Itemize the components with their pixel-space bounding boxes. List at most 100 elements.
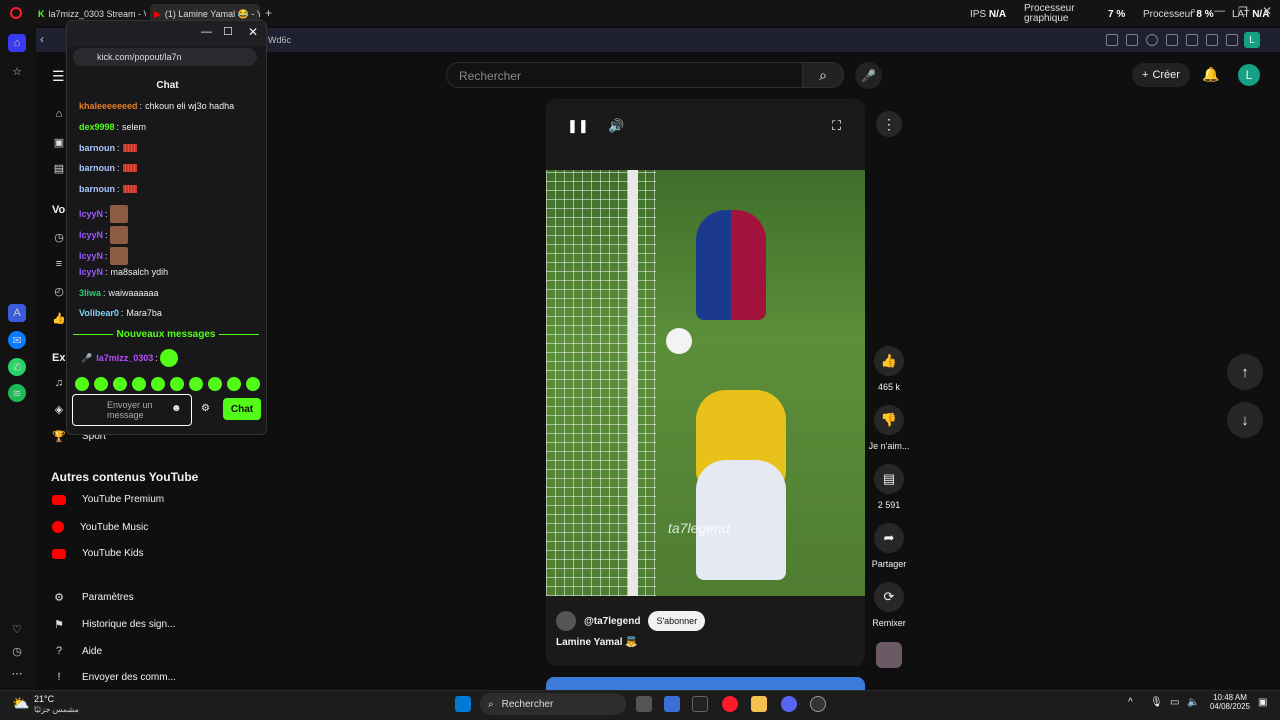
weather-icon[interactable]: ⛅ <box>12 695 29 712</box>
video-title[interactable]: Lamine Yamal 👼 <box>556 637 638 648</box>
next-short-icon[interactable]: ↓ <box>1227 402 1263 438</box>
tray-chevron-icon[interactable]: ^ <box>1128 697 1133 708</box>
opera-gx-icon[interactable] <box>810 696 826 712</box>
sidebar-playlists-icon[interactable]: ≡ <box>52 258 66 270</box>
thumbs-up-icon: 👍 <box>874 346 904 376</box>
sidebar-item-music[interactable]: YouTube Music <box>52 521 148 533</box>
task-view-icon[interactable] <box>636 696 652 712</box>
discord-icon[interactable] <box>781 696 797 712</box>
comments-button[interactable]: ▤ 2 591 <box>866 464 912 510</box>
chat-username[interactable]: lcyyN <box>79 209 103 219</box>
chat-username[interactable]: dex9998 <box>79 122 115 132</box>
history-icon[interactable]: ◷ <box>8 642 26 660</box>
heart-icon[interactable] <box>1186 34 1198 46</box>
aria-icon[interactable]: A <box>8 304 26 322</box>
channel-avatar[interactable] <box>556 611 576 631</box>
chat-username[interactable]: lcyyN <box>79 251 103 261</box>
volume-icon[interactable]: 🔊 <box>608 118 624 134</box>
download-icon[interactable] <box>1206 34 1218 46</box>
chat-settings-icon[interactable]: ⚙ <box>201 403 210 414</box>
chat-username[interactable]: lcyyN <box>79 230 103 240</box>
sidebar-item-help[interactable]: ? Aide <box>52 645 102 657</box>
popup-minimize-icon[interactable]: — <box>201 26 212 38</box>
sidebar-watch-later-icon[interactable]: ◴ <box>52 285 66 298</box>
minimize-icon[interactable]: — <box>1214 5 1225 17</box>
heart-sidebar-icon[interactable]: ♡ <box>8 620 26 638</box>
mic-tray-icon[interactable]: 🎙 <box>1150 697 1163 708</box>
taskbar-search[interactable]: ⌕ Rechercher <box>480 693 626 715</box>
notification-center-icon[interactable]: ▣ <box>1258 697 1267 708</box>
network-icon[interactable]: ▭ <box>1170 697 1179 708</box>
goal-net <box>546 170 656 596</box>
camera-icon[interactable] <box>1126 34 1138 46</box>
file-explorer-icon[interactable] <box>751 696 767 712</box>
sidebar-item-premium[interactable]: YouTube Premium <box>52 494 164 505</box>
chat-username[interactable]: barnoun <box>79 184 115 194</box>
vpn-icon[interactable] <box>1146 34 1158 46</box>
play-icon[interactable] <box>1166 34 1178 46</box>
emote-bar[interactable] <box>75 377 260 391</box>
store-icon[interactable] <box>664 696 680 712</box>
chat-username[interactable]: barnoun <box>79 143 115 153</box>
opera-taskbar-icon[interactable] <box>722 696 738 712</box>
sound-thumbnail[interactable] <box>876 642 902 668</box>
restore-icon[interactable]: ❐ <box>1238 5 1248 18</box>
chat-username[interactable]: Volibear0 <box>79 308 119 318</box>
chat-username[interactable]: khaleeeeeeed <box>79 101 138 111</box>
sidebar-liked-icon[interactable]: 👍 <box>52 312 66 325</box>
sidebar-home-icon[interactable]: ⌂ <box>52 108 66 120</box>
sidebar-gaming-icon[interactable]: ◈ <box>52 403 66 416</box>
chat-username[interactable]: 3liwa <box>79 288 101 298</box>
sidebar-item-kids[interactable]: YouTube Kids <box>52 548 144 559</box>
opera-logo-icon[interactable] <box>10 7 22 19</box>
create-button[interactable]: + Créer <box>1132 63 1190 87</box>
more-icon[interactable]: ⋯ <box>8 664 26 682</box>
sidebar-history-icon[interactable]: ◷ <box>52 231 66 244</box>
new-tab-icon[interactable]: + <box>265 6 272 20</box>
popup-maximize-icon[interactable]: ☐ <box>223 25 233 38</box>
search-button[interactable]: ⌕ <box>802 62 844 88</box>
popup-url[interactable]: kick.com/popout/la7n <box>73 48 257 66</box>
edit-icon[interactable] <box>1106 34 1118 46</box>
speaker-icon[interactable]: 🔈 <box>1187 697 1199 708</box>
chat-username[interactable]: barnoun <box>79 163 115 173</box>
search-input[interactable]: Rechercher <box>446 62 804 88</box>
profile-icon[interactable]: L <box>1244 32 1260 48</box>
sidebar-item-report-history[interactable]: ⚑ Historique des sign... <box>52 618 175 631</box>
messenger-icon[interactable]: ✉ <box>8 331 26 349</box>
sidebar-item-settings[interactable]: ⚙ Paramètres <box>52 591 134 604</box>
sidebar-item-feedback[interactable]: ! Envoyer des comm... <box>52 671 175 683</box>
search-tabs-icon[interactable]: ⌕ <box>1190 5 1196 18</box>
start-icon[interactable] <box>455 696 471 712</box>
back-icon[interactable]: ‹ <box>40 32 44 46</box>
popup-close-icon[interactable]: ✕ <box>248 25 258 39</box>
channel-name[interactable]: @ta7legend <box>584 616 640 627</box>
emoji-icon[interactable]: ☻ <box>171 403 182 414</box>
sidebar-music-icon[interactable]: ♫ <box>52 377 66 389</box>
fullscreen-icon[interactable]: ⛶ <box>832 118 841 134</box>
home-icon[interactable]: ⌂ <box>8 34 26 52</box>
spotify-icon[interactable]: ≋ <box>8 384 26 402</box>
close-window-icon[interactable]: ✕ <box>1262 4 1272 18</box>
chat-username[interactable]: lcyyN <box>79 267 103 277</box>
whatsapp-icon[interactable]: ✆ <box>8 358 26 376</box>
more-options-icon[interactable]: ⋮ <box>876 111 902 137</box>
sidebar-subscriptions-icon[interactable]: ▤ <box>52 162 66 175</box>
pause-icon[interactable]: ❚❚ <box>567 118 589 134</box>
notifications-icon[interactable]: 🔔 <box>1202 66 1219 83</box>
dislike-button[interactable]: 👎 Je n'aim... <box>866 405 912 451</box>
voice-search-icon[interactable]: 🎤 <box>855 62 882 89</box>
clock[interactable]: 10:48 AM 04/08/2025 <box>1207 693 1253 711</box>
menu-icon[interactable] <box>1226 34 1238 46</box>
previous-short-icon[interactable]: ↑ <box>1227 354 1263 390</box>
sidebar-shorts-icon[interactable]: ▣ <box>52 136 66 149</box>
subscribe-button[interactable]: S'abonner <box>648 611 706 631</box>
star-icon[interactable]: ☆ <box>8 62 26 80</box>
app-icon[interactable] <box>692 696 708 712</box>
send-chat-button[interactable]: Chat <box>223 398 261 420</box>
share-button[interactable]: ➦ Partager <box>866 523 912 569</box>
like-button[interactable]: 👍 465 k <box>866 346 912 392</box>
account-avatar[interactable]: L <box>1238 64 1260 86</box>
hamburger-icon[interactable]: ☰ <box>52 68 65 85</box>
remix-button[interactable]: ⟳ Remixer <box>866 582 912 628</box>
